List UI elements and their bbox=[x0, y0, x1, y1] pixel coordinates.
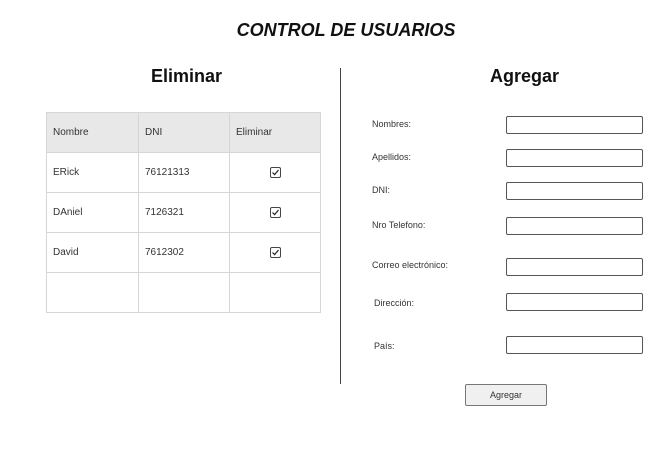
cell-delete bbox=[229, 192, 321, 233]
table-row: ERick 76121313 bbox=[46, 152, 321, 193]
table-row: David 7612302 bbox=[46, 232, 321, 273]
cell-empty bbox=[229, 272, 321, 313]
cell-dni: 7612302 bbox=[138, 232, 230, 273]
label-apellidos: Apellidos: bbox=[372, 152, 412, 162]
correo-input[interactable] bbox=[506, 258, 643, 276]
label-dni: DNI: bbox=[372, 185, 390, 195]
check-icon bbox=[271, 249, 279, 256]
label-correo: Correo electrónico: bbox=[372, 260, 449, 270]
dni-input[interactable] bbox=[506, 182, 643, 200]
cell-name: DAniel bbox=[46, 192, 139, 233]
cell-dni: 76121313 bbox=[138, 152, 230, 193]
cell-empty bbox=[138, 272, 230, 313]
label-direccion: Dirección: bbox=[374, 298, 415, 308]
agregar-button[interactable]: Agregar bbox=[465, 384, 547, 406]
apellidos-input[interactable] bbox=[506, 149, 643, 167]
cell-delete bbox=[229, 232, 321, 273]
section-divider bbox=[340, 68, 341, 384]
nombres-input[interactable] bbox=[506, 116, 643, 134]
cell-name: ERick bbox=[46, 152, 139, 193]
pais-input[interactable] bbox=[506, 336, 643, 354]
cell-empty bbox=[46, 272, 139, 313]
check-icon bbox=[271, 169, 279, 176]
label-telefono: Nro Telefono: bbox=[372, 220, 426, 230]
column-header-nombre: Nombre bbox=[46, 112, 139, 153]
label-nombres: Nombres: bbox=[372, 119, 412, 129]
table-header-row: Nombre DNI Eliminar bbox=[46, 112, 321, 153]
delete-checkbox[interactable] bbox=[269, 206, 281, 218]
column-header-dni: DNI bbox=[138, 112, 230, 153]
delete-checkbox[interactable] bbox=[269, 246, 281, 258]
column-header-eliminar: Eliminar bbox=[229, 112, 321, 153]
delete-checkbox[interactable] bbox=[269, 166, 281, 178]
telefono-input[interactable] bbox=[506, 217, 643, 235]
direccion-input[interactable] bbox=[506, 293, 643, 311]
cell-name: David bbox=[46, 232, 139, 273]
label-pais: País: bbox=[374, 341, 395, 351]
delete-section-title: Eliminar bbox=[151, 66, 223, 86]
check-icon bbox=[271, 209, 279, 216]
cell-delete bbox=[229, 152, 321, 193]
table-row: DAniel 7126321 bbox=[46, 192, 321, 233]
users-table: Nombre DNI Eliminar ERick 76121313 DAnie… bbox=[46, 112, 321, 313]
page-title: CONTROL DE USUARIOS bbox=[236, 20, 456, 40]
table-row-empty bbox=[46, 272, 321, 313]
cell-dni: 7126321 bbox=[138, 192, 230, 233]
add-section-title: Agregar bbox=[490, 66, 560, 86]
